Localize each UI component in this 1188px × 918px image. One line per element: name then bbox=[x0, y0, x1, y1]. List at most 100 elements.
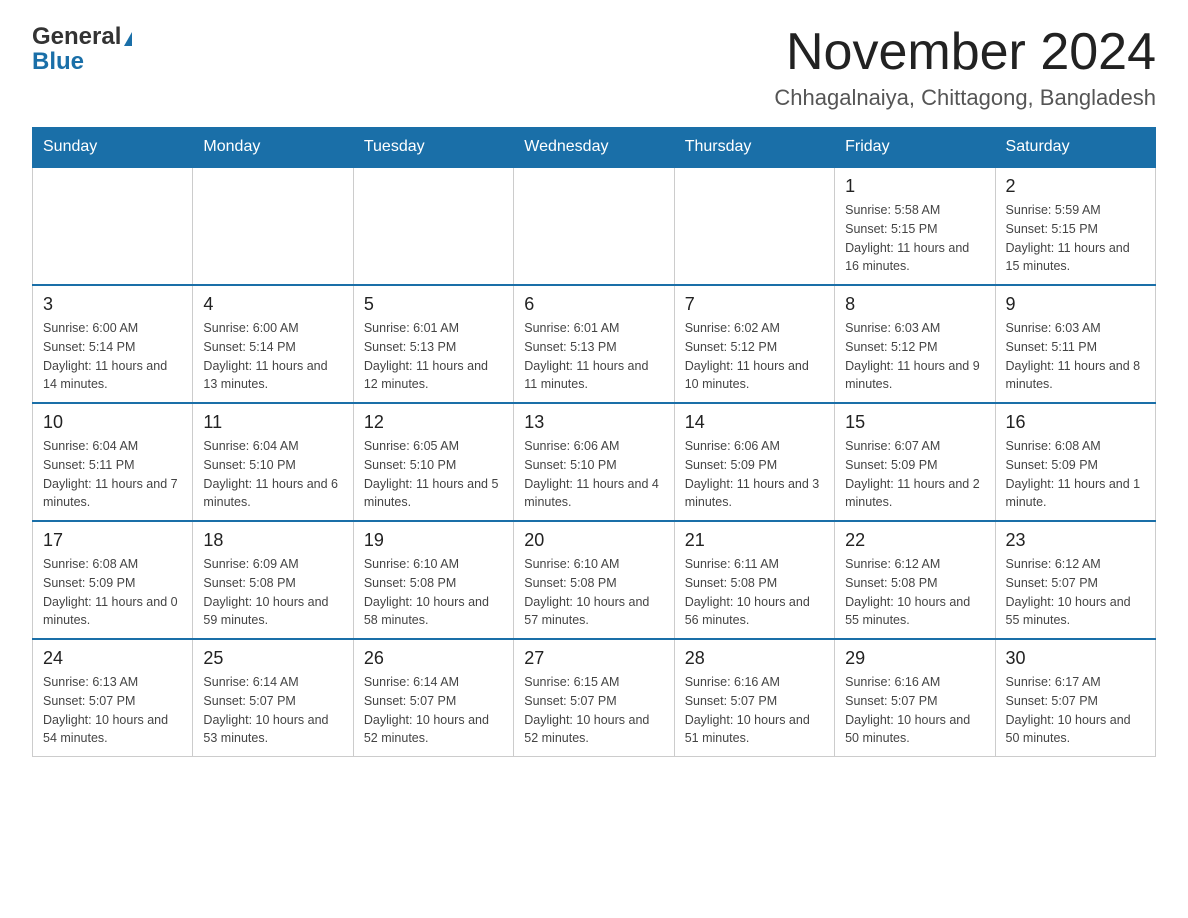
day-number: 6 bbox=[524, 294, 663, 315]
day-info: Sunrise: 6:08 AMSunset: 5:09 PMDaylight:… bbox=[1006, 437, 1145, 512]
table-row: 13 Sunrise: 6:06 AMSunset: 5:10 PMDayligh… bbox=[514, 403, 674, 521]
day-info: Sunrise: 6:04 AMSunset: 5:10 PMDaylight:… bbox=[203, 437, 342, 512]
day-info: Sunrise: 6:15 AMSunset: 5:07 PMDaylight:… bbox=[524, 673, 663, 748]
day-info: Sunrise: 6:12 AMSunset: 5:07 PMDaylight:… bbox=[1006, 555, 1145, 630]
calendar-week-row: 17 Sunrise: 6:08 AMSunset: 5:09 PMDayligh… bbox=[33, 521, 1156, 639]
day-info: Sunrise: 6:16 AMSunset: 5:07 PMDaylight:… bbox=[685, 673, 824, 748]
day-number: 1 bbox=[845, 176, 984, 197]
col-header-wednesday: Wednesday bbox=[514, 128, 674, 168]
table-row: 20Sunrise: 6:10 AMSunset: 5:08 PMDayligh… bbox=[514, 521, 674, 639]
col-header-thursday: Thursday bbox=[674, 128, 834, 168]
table-row: 6 Sunrise: 6:01 AMSunset: 5:13 PMDaylight… bbox=[514, 285, 674, 403]
day-info: Sunrise: 6:05 AMSunset: 5:10 PMDaylight:… bbox=[364, 437, 503, 512]
day-info: Sunrise: 6:06 AMSunset: 5:10 PMDaylight:… bbox=[524, 437, 663, 512]
day-number: 13 bbox=[524, 412, 663, 433]
table-row: 15 Sunrise: 6:07 AMSunset: 5:09 PMDayligh… bbox=[835, 403, 995, 521]
table-row: 24 Sunrise: 6:13 AMSunset: 5:07 PMDayligh… bbox=[33, 639, 193, 757]
logo-general: General bbox=[32, 24, 121, 50]
day-info: Sunrise: 6:12 AMSunset: 5:08 PMDaylight:… bbox=[845, 555, 984, 630]
location-title: Chhagalnaiya, Chittagong, Bangladesh bbox=[774, 85, 1156, 111]
day-number: 29 bbox=[845, 648, 984, 669]
table-row: 28 Sunrise: 6:16 AMSunset: 5:07 PMDayligh… bbox=[674, 639, 834, 757]
table-row: 1 Sunrise: 5:58 AMSunset: 5:15 PMDaylight… bbox=[835, 167, 995, 285]
day-info: Sunrise: 6:17 AMSunset: 5:07 PMDaylight:… bbox=[1006, 673, 1145, 748]
table-row bbox=[193, 167, 353, 285]
table-row bbox=[33, 167, 193, 285]
day-number: 3 bbox=[43, 294, 182, 315]
table-row: 18 Sunrise: 6:09 AMSunset: 5:08 PMDayligh… bbox=[193, 521, 353, 639]
day-number: 24 bbox=[43, 648, 182, 669]
day-number: 30 bbox=[1006, 648, 1145, 669]
day-number: 7 bbox=[685, 294, 824, 315]
table-row: 2 Sunrise: 5:59 AMSunset: 5:15 PMDaylight… bbox=[995, 167, 1155, 285]
table-row: 25 Sunrise: 6:14 AMSunset: 5:07 PMDayligh… bbox=[193, 639, 353, 757]
day-number: 26 bbox=[364, 648, 503, 669]
day-info: Sunrise: 6:04 AMSunset: 5:11 PMDaylight:… bbox=[43, 437, 182, 512]
table-row: 16Sunrise: 6:08 AMSunset: 5:09 PMDayligh… bbox=[995, 403, 1155, 521]
day-number: 9 bbox=[1006, 294, 1145, 315]
logo-triangle-icon bbox=[124, 32, 132, 46]
table-row: 12Sunrise: 6:05 AMSunset: 5:10 PMDayligh… bbox=[353, 403, 513, 521]
table-row: 27 Sunrise: 6:15 AMSunset: 5:07 PMDayligh… bbox=[514, 639, 674, 757]
day-info: Sunrise: 6:13 AMSunset: 5:07 PMDaylight:… bbox=[43, 673, 182, 748]
table-row: 14 Sunrise: 6:06 AMSunset: 5:09 PMDayligh… bbox=[674, 403, 834, 521]
day-info: Sunrise: 6:07 AMSunset: 5:09 PMDaylight:… bbox=[845, 437, 984, 512]
col-header-friday: Friday bbox=[835, 128, 995, 168]
table-row: 17 Sunrise: 6:08 AMSunset: 5:09 PMDayligh… bbox=[33, 521, 193, 639]
day-number: 2 bbox=[1006, 176, 1145, 197]
calendar-table: Sunday Monday Tuesday Wednesday Thursday… bbox=[32, 127, 1156, 757]
day-info: Sunrise: 6:01 AMSunset: 5:13 PMDaylight:… bbox=[524, 319, 663, 394]
table-row: 3 Sunrise: 6:00 AMSunset: 5:14 PMDaylight… bbox=[33, 285, 193, 403]
table-row: 11Sunrise: 6:04 AMSunset: 5:10 PMDayligh… bbox=[193, 403, 353, 521]
day-info: Sunrise: 6:00 AMSunset: 5:14 PMDaylight:… bbox=[43, 319, 182, 394]
day-info: Sunrise: 6:14 AMSunset: 5:07 PMDaylight:… bbox=[203, 673, 342, 748]
day-info: Sunrise: 6:14 AMSunset: 5:07 PMDaylight:… bbox=[364, 673, 503, 748]
day-number: 17 bbox=[43, 530, 182, 551]
col-header-saturday: Saturday bbox=[995, 128, 1155, 168]
day-number: 27 bbox=[524, 648, 663, 669]
day-info: Sunrise: 6:02 AMSunset: 5:12 PMDaylight:… bbox=[685, 319, 824, 394]
day-info: Sunrise: 6:16 AMSunset: 5:07 PMDaylight:… bbox=[845, 673, 984, 748]
day-info: Sunrise: 6:08 AMSunset: 5:09 PMDaylight:… bbox=[43, 555, 182, 630]
table-row: 10 Sunrise: 6:04 AMSunset: 5:11 PMDayligh… bbox=[33, 403, 193, 521]
logo: General Blue bbox=[32, 24, 132, 76]
day-number: 15 bbox=[845, 412, 984, 433]
col-header-monday: Monday bbox=[193, 128, 353, 168]
day-number: 4 bbox=[203, 294, 342, 315]
table-row: 22 Sunrise: 6:12 AMSunset: 5:08 PMDayligh… bbox=[835, 521, 995, 639]
day-number: 22 bbox=[845, 530, 984, 551]
day-number: 28 bbox=[685, 648, 824, 669]
table-row: 26 Sunrise: 6:14 AMSunset: 5:07 PMDayligh… bbox=[353, 639, 513, 757]
day-info: Sunrise: 6:10 AMSunset: 5:08 PMDaylight:… bbox=[524, 555, 663, 630]
logo-blue: Blue bbox=[32, 48, 84, 76]
day-info: Sunrise: 5:58 AMSunset: 5:15 PMDaylight:… bbox=[845, 201, 984, 276]
title-area: November 2024 Chhagalnaiya, Chittagong, … bbox=[774, 24, 1156, 111]
day-number: 21 bbox=[685, 530, 824, 551]
day-number: 25 bbox=[203, 648, 342, 669]
day-info: Sunrise: 5:59 AMSunset: 5:15 PMDaylight:… bbox=[1006, 201, 1145, 276]
page-header: General Blue November 2024 Chhagalnaiya,… bbox=[32, 24, 1156, 111]
day-number: 8 bbox=[845, 294, 984, 315]
table-row: 21 Sunrise: 6:11 AMSunset: 5:08 PMDayligh… bbox=[674, 521, 834, 639]
day-info: Sunrise: 6:00 AMSunset: 5:14 PMDaylight:… bbox=[203, 319, 342, 394]
day-info: Sunrise: 6:06 AMSunset: 5:09 PMDaylight:… bbox=[685, 437, 824, 512]
table-row: 7 Sunrise: 6:02 AMSunset: 5:12 PMDaylight… bbox=[674, 285, 834, 403]
day-info: Sunrise: 6:01 AMSunset: 5:13 PMDaylight:… bbox=[364, 319, 503, 394]
calendar-week-row: 1 Sunrise: 5:58 AMSunset: 5:15 PMDaylight… bbox=[33, 167, 1156, 285]
day-number: 14 bbox=[685, 412, 824, 433]
day-info: Sunrise: 6:11 AMSunset: 5:08 PMDaylight:… bbox=[685, 555, 824, 630]
col-header-tuesday: Tuesday bbox=[353, 128, 513, 168]
table-row bbox=[353, 167, 513, 285]
table-row: 4 Sunrise: 6:00 AMSunset: 5:14 PMDaylight… bbox=[193, 285, 353, 403]
day-number: 5 bbox=[364, 294, 503, 315]
col-header-sunday: Sunday bbox=[33, 128, 193, 168]
table-row bbox=[674, 167, 834, 285]
table-row bbox=[514, 167, 674, 285]
table-row: 5 Sunrise: 6:01 AMSunset: 5:13 PMDaylight… bbox=[353, 285, 513, 403]
calendar-week-row: 24 Sunrise: 6:13 AMSunset: 5:07 PMDayligh… bbox=[33, 639, 1156, 757]
day-number: 10 bbox=[43, 412, 182, 433]
table-row: 9Sunrise: 6:03 AMSunset: 5:11 PMDaylight… bbox=[995, 285, 1155, 403]
day-number: 19 bbox=[364, 530, 503, 551]
day-number: 18 bbox=[203, 530, 342, 551]
day-info: Sunrise: 6:09 AMSunset: 5:08 PMDaylight:… bbox=[203, 555, 342, 630]
